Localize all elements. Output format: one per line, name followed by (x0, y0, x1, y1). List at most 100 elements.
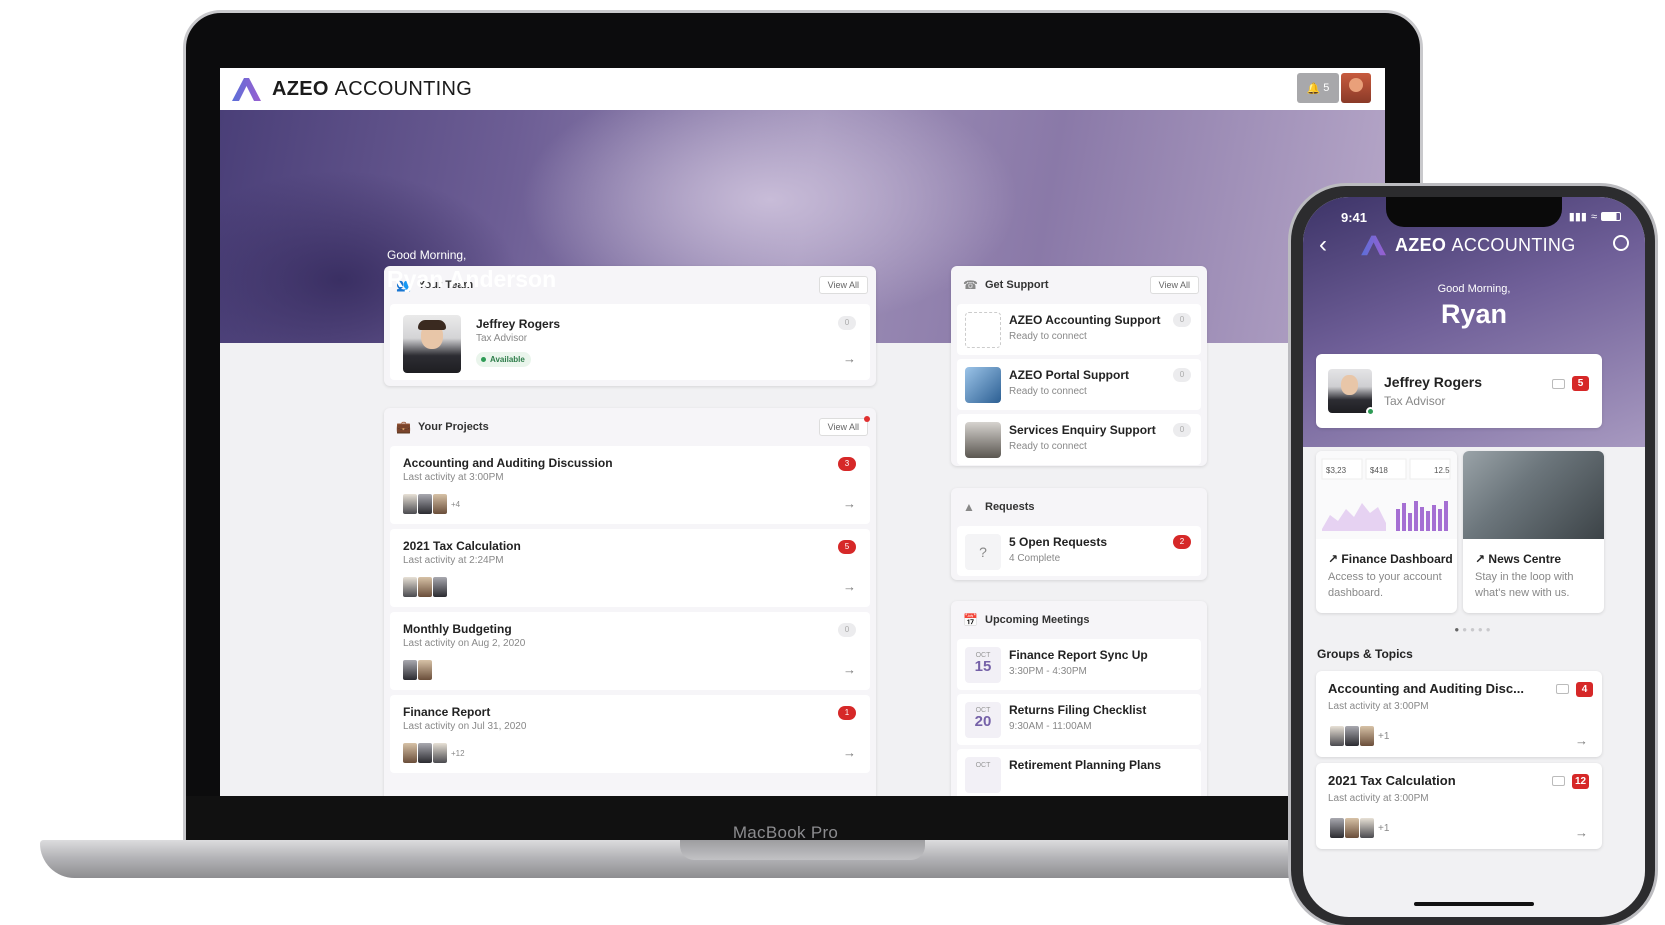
support-row[interactable]: AZEO Accounting Support Ready to connect… (957, 304, 1201, 355)
tile-title: ↗ News Centre (1475, 552, 1562, 566)
stat-text: $418 (1370, 466, 1388, 475)
project-title: Monthly Budgeting (403, 622, 512, 636)
project-row[interactable]: Monthly Budgeting Last activity on Aug 2… (390, 612, 870, 690)
marketing-mockup: MacBook Pro AZEO ACCOUNTING 🔔 5 Good Mor… (0, 0, 1665, 925)
get-support-card: ☎ Get Support View All AZEO Accounting S… (951, 266, 1207, 466)
requests-row[interactable]: ? 5 Open Requests 4 Complete 2 (957, 526, 1201, 576)
phone-brand: AZEO ACCOUNTING (1359, 233, 1576, 257)
member-avatar (1330, 726, 1344, 746)
message-icon (1552, 379, 1565, 389)
meeting-row[interactable]: OCT 15 Finance Report Sync Up 3:30PM - 4:… (957, 639, 1201, 690)
arrow-right-icon[interactable]: → (1575, 733, 1588, 748)
project-row[interactable]: 2021 Tax Calculation Last activity at 2:… (390, 529, 870, 607)
meeting-row[interactable]: OCT 20 Returns Filing Checklist 9:30AM - … (957, 694, 1201, 745)
support-team-icon (965, 312, 1001, 348)
phone-screen: 9:41 ▮▮▮ ≈ ‹ AZEO ACCOUNTING Good Mornin… (1303, 197, 1645, 917)
support-status: Ready to connect (1009, 386, 1087, 397)
project-row[interactable]: Accounting and Auditing Discussion Last … (390, 446, 870, 524)
advisor-photo (403, 315, 461, 373)
phone-user-name: Ryan (1440, 299, 1508, 329)
support-view-all-button[interactable]: View All (1149, 276, 1199, 294)
status-icons: ▮▮▮ ≈ (1569, 210, 1621, 223)
advisor-photo (1328, 369, 1372, 413)
project-title: 2021 Tax Calculation (403, 539, 521, 553)
member-avatar (403, 494, 417, 514)
group-row[interactable]: Accounting and Auditing Disc... Last act… (1316, 671, 1602, 757)
arrow-right-icon[interactable]: → (843, 662, 856, 677)
back-chevron-icon[interactable]: ‹ (1319, 231, 1327, 259)
meeting-title: Retirement Planning Plans (1009, 758, 1162, 772)
group-last-activity: Last activity at 3:00PM (1328, 793, 1429, 804)
arrow-right-icon[interactable]: → (843, 351, 856, 366)
laptop-hinge-notch (680, 840, 925, 860)
support-row[interactable]: Services Enquiry Support Ready to connec… (957, 414, 1201, 465)
arrow-right-icon[interactable]: → (843, 579, 856, 594)
advisor-message-badge: 0 (838, 316, 856, 330)
member-avatar (1360, 726, 1374, 746)
external-link-icon: ↗ (1475, 552, 1486, 566)
arrow-right-icon[interactable]: → (843, 745, 856, 760)
support-status: Ready to connect (1009, 441, 1087, 452)
support-portal-image (965, 367, 1001, 403)
advisor-row[interactable]: Jeffrey Rogers Tax Advisor Available 0 → (390, 304, 870, 380)
group-title: Accounting and Auditing Disc... (1328, 681, 1524, 696)
project-title: Accounting and Auditing Discussion (403, 456, 613, 470)
phone-advisor-card[interactable]: Jeffrey Rogers Tax Advisor 5 (1316, 354, 1602, 428)
message-icon (1556, 684, 1569, 694)
briefcase-icon: 💼 (396, 420, 411, 434)
tile-description: Stay in the loop with what's new with us… (1475, 571, 1574, 599)
advisor-role: Tax Advisor (476, 333, 528, 344)
group-unread-badge: 12 (1572, 774, 1590, 789)
carousel-pagination-dots[interactable]: ●●●●● (1303, 625, 1645, 634)
message-icon (1552, 776, 1565, 786)
finance-dashboard-tile[interactable]: $3,23 $418 12.5 ↗ Finance Dashboard Acce… (1316, 451, 1457, 613)
member-avatar (433, 743, 447, 763)
group-members: +1 (1330, 726, 1389, 746)
meeting-row[interactable]: OCT Retirement Planning Plans (957, 749, 1201, 796)
arrow-right-icon[interactable]: → (843, 496, 856, 511)
groups-topics-heading: Groups & Topics (1317, 647, 1413, 661)
more-members-count: +1 (1378, 730, 1390, 742)
project-title: Finance Report (403, 705, 491, 719)
projects-view-all-button[interactable]: View All (818, 418, 868, 436)
support-badge: 0 (1173, 313, 1191, 327)
home-indicator[interactable] (1414, 902, 1534, 906)
notification-count: 5 (1323, 82, 1330, 94)
project-last-activity: Last activity on Jul 31, 2020 (403, 721, 527, 732)
news-laptop-photo (1463, 451, 1604, 539)
member-avatar (1360, 818, 1374, 838)
meeting-title: Finance Report Sync Up (1009, 648, 1148, 662)
user-avatar[interactable] (1341, 73, 1371, 103)
project-last-activity: Last activity on Aug 2, 2020 (403, 638, 526, 649)
headset-icon: ☎ (963, 278, 978, 292)
project-unread-badge: 0 (838, 623, 856, 637)
stat-text: $3,23 (1326, 466, 1347, 475)
member-avatar (418, 743, 432, 763)
member-avatar (403, 660, 417, 680)
group-title: 2021 Tax Calculation (1328, 773, 1456, 788)
meeting-title: Returns Filing Checklist (1009, 703, 1147, 717)
profile-icon[interactable] (1613, 235, 1629, 251)
project-last-activity: Last activity at 3:00PM (403, 472, 504, 483)
brand-name[interactable]: AZEO ACCOUNTING (272, 78, 472, 101)
member-avatar (418, 494, 432, 514)
member-avatar (418, 577, 432, 597)
user-name-heading: Ryan Anderson (387, 266, 557, 292)
notifications-button[interactable]: 🔔 5 (1297, 73, 1339, 103)
project-row[interactable]: Finance Report Last activity on Jul 31, … (390, 695, 870, 773)
upcoming-meetings-card: 📅 Upcoming Meetings OCT 15 Finance Report… (951, 601, 1207, 796)
project-unread-badge: 3 (838, 457, 856, 471)
team-view-all-button[interactable]: View All (818, 276, 868, 294)
member-avatar (1345, 726, 1359, 746)
requests-header: ▲ Requests (963, 500, 1035, 514)
signal-icon: ▮▮▮ (1568, 211, 1587, 223)
support-badge: 0 (1173, 423, 1191, 437)
news-centre-tile[interactable]: ↗ News Centre Stay in the loop with what… (1463, 451, 1604, 613)
support-row[interactable]: AZEO Portal Support Ready to connect 0 (957, 359, 1201, 410)
meeting-date: OCT 15 (965, 647, 1001, 683)
advisor-name: Jeffrey Rogers (476, 317, 561, 331)
advisor-message-badge: 5 (1572, 376, 1589, 391)
arrow-right-icon[interactable]: → (1575, 825, 1588, 840)
group-row[interactable]: 2021 Tax Calculation Last activity at 3:… (1316, 763, 1602, 849)
complete-requests-count: 4 Complete (1009, 553, 1061, 564)
